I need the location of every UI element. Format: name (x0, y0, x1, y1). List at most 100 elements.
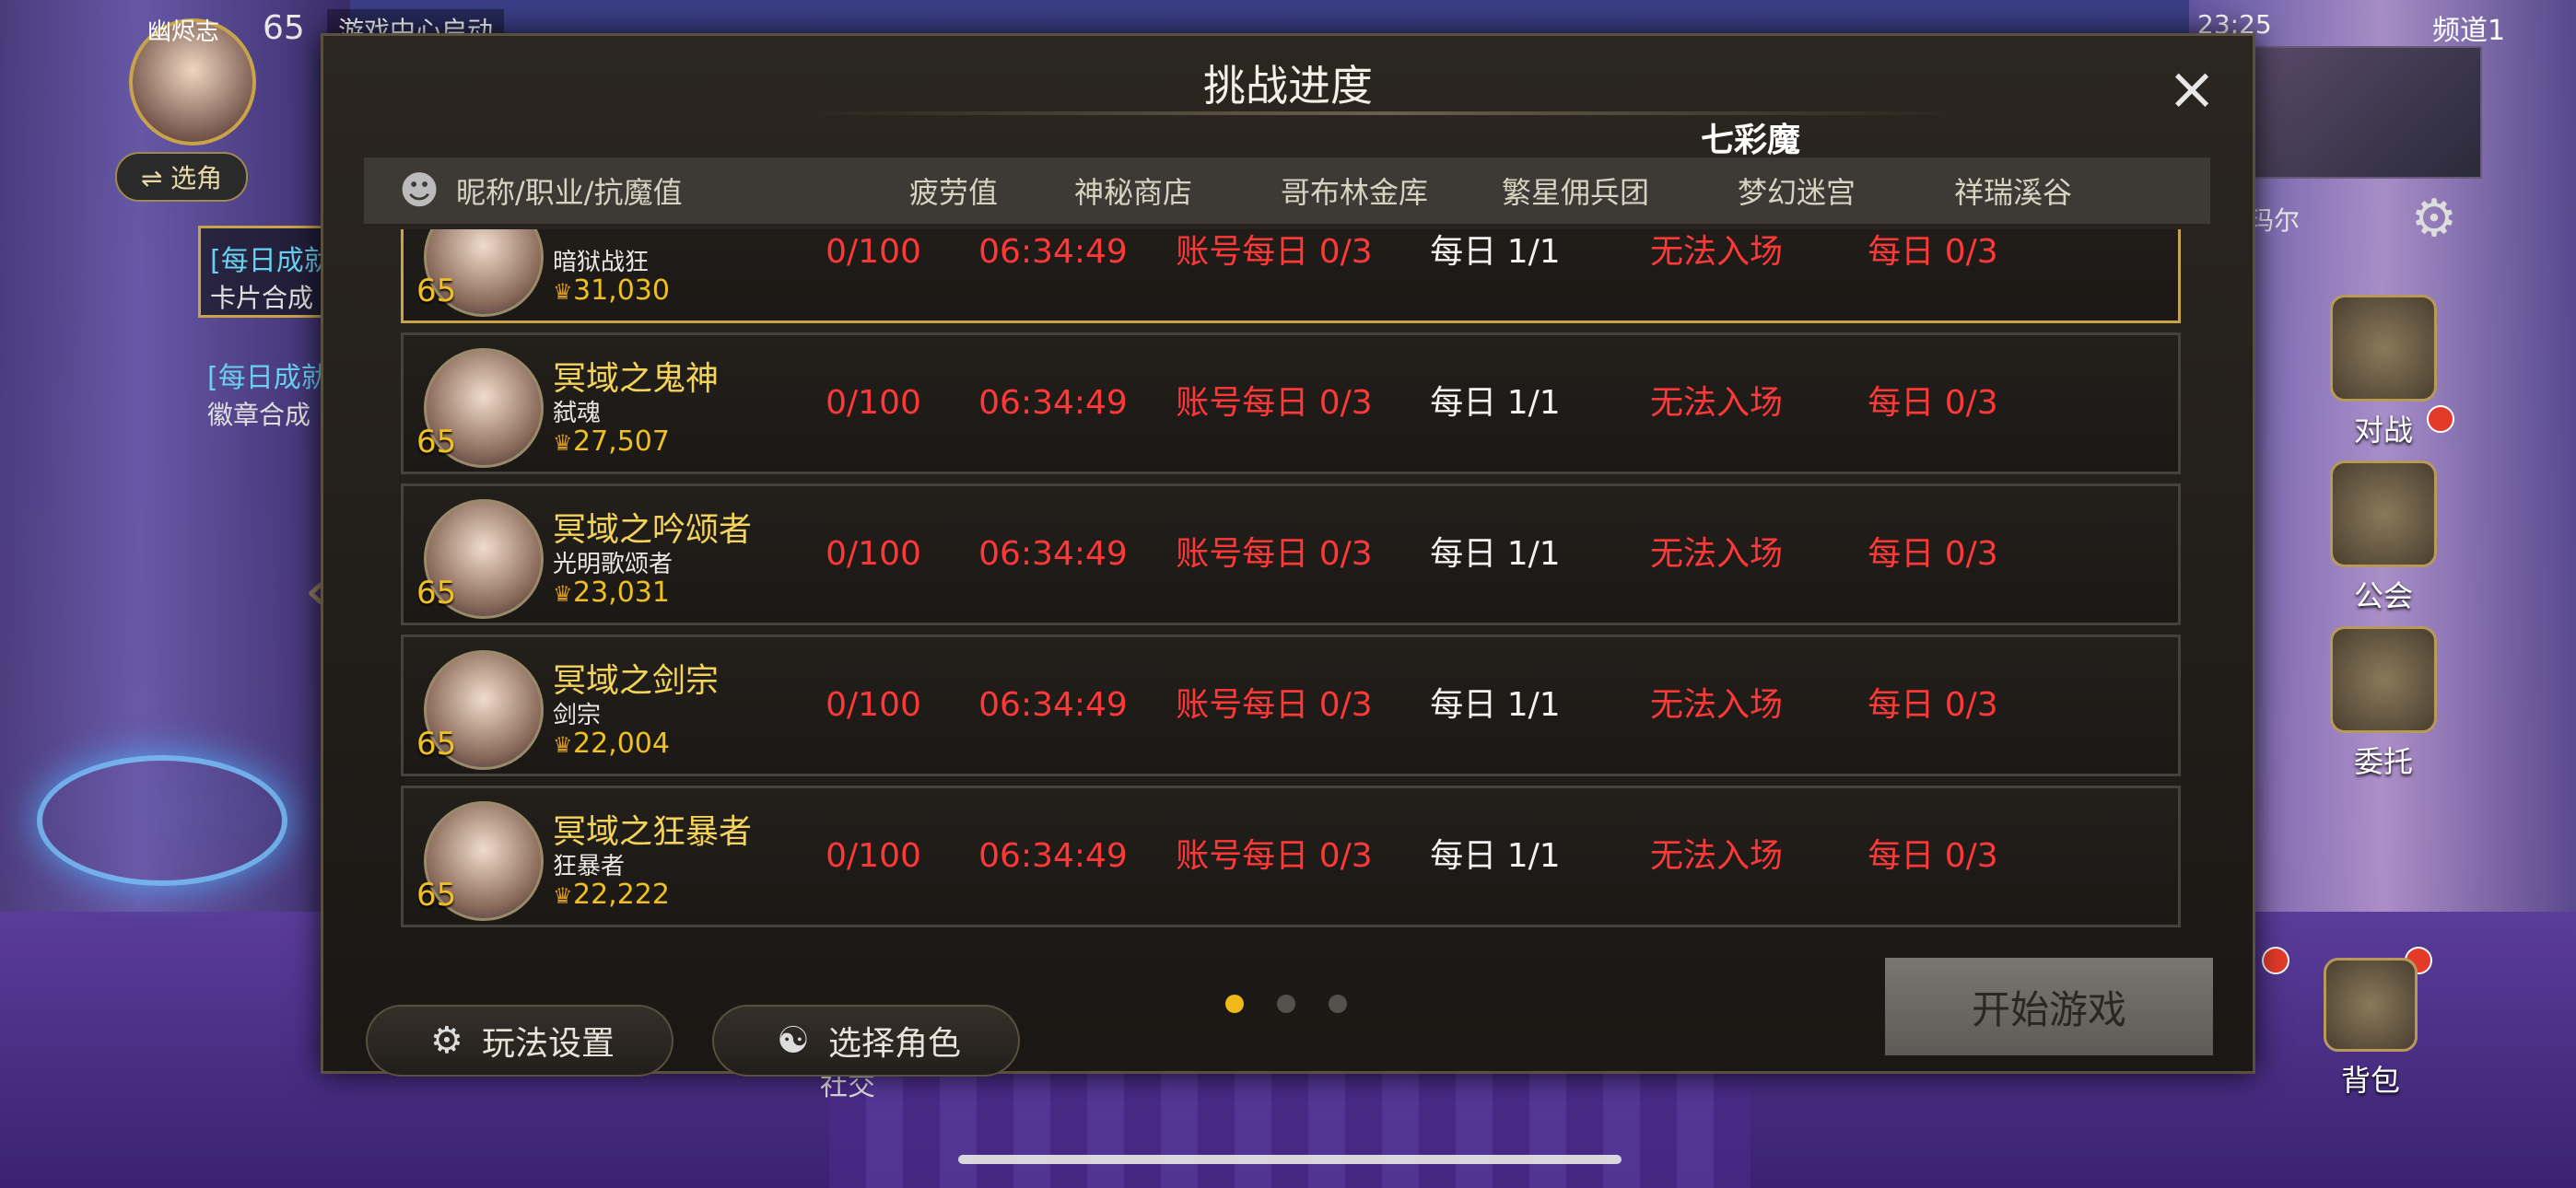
fatigue-cell: 0/100 (825, 535, 921, 573)
anti-magic-value: ♛27,507 (553, 425, 670, 458)
table-row[interactable]: 65 冥域之吟颂者 光明歌颂者 ♛23,031 0/100 06:34:49 账… (401, 483, 2181, 625)
character-list[interactable]: 65 暗狱战狂 ♛31,030 0/100 06:34:49 账号每日 0/3 … (401, 229, 2181, 966)
valley-cell: 每日 0/3 (1868, 535, 1998, 573)
character-level: 65 (416, 726, 457, 763)
character-level: 65 (416, 877, 457, 914)
maze-cell: 无法入场 (1649, 837, 1783, 875)
character-job: 暗狱战狂 (553, 249, 650, 276)
fatigue-cell: 0/100 (825, 837, 921, 875)
challenge-progress-panel: 挑战进度 × 七彩魔 ☻ 昵称/职业/抗魔值 疲劳值 神秘商店 哥布林金库 繁星… (321, 33, 2255, 1077)
goblin-cell: 账号每日 0/3 (1176, 535, 1373, 573)
character-job: 光明歌颂者 (553, 551, 673, 578)
channel-label[interactable]: 频道1 (2432, 7, 2505, 48)
power-value: 31,030 (573, 274, 670, 307)
column-header: 神秘商店 (1073, 175, 1192, 210)
mercenary-cell: 每日 1/1 (1430, 535, 1561, 573)
shop-cell: 06:34:49 (978, 837, 1128, 875)
table-row[interactable]: 65 冥域之狂暴者 狂暴者 ♛22,222 0/100 06:34:49 账号每… (401, 786, 2181, 927)
minimap[interactable] (2248, 46, 2482, 179)
character-job: 狂暴者 (553, 853, 626, 880)
gear-icon: ⚙ (430, 1019, 463, 1062)
page-dot[interactable] (1277, 995, 1295, 1013)
column-header: 哥布林金库 (1280, 175, 1428, 210)
anti-magic-value: ♛23,031 (553, 577, 670, 609)
shop-cell: 06:34:49 (978, 384, 1128, 422)
table-row[interactable]: 65 暗狱战狂 ♛31,030 0/100 06:34:49 账号每日 0/3 … (401, 229, 2181, 323)
column-header: 昵称/职业/抗魔值 (456, 175, 683, 210)
button-label: 玩法设置 (481, 1025, 615, 1063)
mercenary-cell: 每日 1/1 (1430, 233, 1561, 271)
quest-tracker-item[interactable]: [每日成就 徽章合成 (207, 355, 336, 437)
panel-title: 挑战进度 (1203, 61, 1373, 111)
start-game-button[interactable]: 开始游戏 (1885, 958, 2213, 1055)
crown-icon: ♛ (553, 581, 573, 607)
character-name: 冥域之狂暴者 (553, 813, 753, 851)
character-name: 冥域之吟颂者 (553, 511, 753, 549)
table-header: ☻ 昵称/职业/抗魔值 疲劳值 神秘商店 哥布林金库 繁星佣兵团 梦幻迷宫 祥瑞… (364, 157, 2210, 224)
crossed-swords-icon (2330, 295, 2437, 402)
character-swap-icon: ☯ (777, 1019, 810, 1062)
character-level: 65 (416, 424, 457, 460)
switch-label: ⇌ 选角 (140, 163, 223, 193)
overflow-column-label: 七彩魔 (1701, 122, 1801, 159)
crown-icon: ♛ (553, 279, 573, 305)
fatigue-cell: 0/100 (825, 384, 921, 422)
goblin-cell: 账号每日 0/3 (1176, 686, 1373, 724)
notice-board-icon (2330, 626, 2437, 733)
close-icon[interactable]: × (2164, 60, 2219, 119)
page-dot-active[interactable] (1225, 995, 1244, 1013)
commission-button[interactable]: 委托 (2314, 626, 2453, 781)
player-level: 65 (263, 9, 305, 47)
character-job: 剑宗 (553, 702, 602, 729)
valley-cell: 每日 0/3 (1868, 384, 1998, 422)
map-label: 玛尔 (2248, 205, 2301, 236)
power-value: 27,507 (573, 425, 670, 458)
notification-dot (2427, 405, 2454, 433)
mercenary-cell: 每日 1/1 (1430, 384, 1561, 422)
page-dot[interactable] (1329, 995, 1347, 1013)
page-indicator (1225, 995, 1347, 1013)
side-button-label: 委托 (2353, 744, 2413, 779)
background-rug (829, 1059, 1751, 1188)
fatigue-cell: 0/100 (825, 233, 921, 271)
column-header: 繁星佣兵团 (1501, 175, 1649, 210)
shop-cell: 06:34:49 (978, 535, 1128, 573)
side-button-label: 公会 (2353, 578, 2413, 613)
table-row[interactable]: 65 冥域之鬼神 弑魂 ♛27,507 0/100 06:34:49 账号每日 … (401, 332, 2181, 474)
button-label: 选择角色 (827, 1025, 961, 1063)
maze-cell: 无法入场 (1649, 535, 1783, 573)
gear-icon[interactable]: ⚙ (2406, 192, 2462, 247)
character-head-icon: ☻ (399, 168, 439, 213)
table-row[interactable]: 65 冥域之剑宗 剑宗 ♛22,004 0/100 06:34:49 账号每日 … (401, 635, 2181, 776)
gameplay-settings-button[interactable]: ⚙ 玩法设置 (366, 1005, 673, 1077)
character-name: 冥域之剑宗 (553, 662, 720, 700)
player-name: 幽烬志 (147, 18, 220, 46)
anti-magic-value: ♛31,030 (553, 274, 670, 307)
crown-icon: ♛ (553, 430, 573, 456)
column-header: 疲劳值 (908, 175, 998, 210)
valley-cell: 每日 0/3 (1868, 837, 1998, 875)
select-character-button[interactable]: ☯ 选择角色 (712, 1005, 1020, 1077)
quest-tracker-item[interactable]: [每日成就 卡片合成 (198, 226, 336, 318)
anti-magic-value: ♛22,004 (553, 728, 670, 760)
quest-title: [每日成就 (210, 245, 324, 277)
guild-shield-icon (2330, 460, 2437, 567)
character-level: 65 (416, 273, 457, 309)
goblin-cell: 账号每日 0/3 (1176, 384, 1373, 422)
switch-character-button[interactable]: ⇌ 选角 (115, 152, 248, 202)
quest-title: [每日成就 (207, 362, 329, 394)
valley-cell: 每日 0/3 (1868, 686, 1998, 724)
home-indicator[interactable] (958, 1155, 1622, 1164)
fatigue-cell: 0/100 (825, 686, 921, 724)
quest-subtitle: 徽章合成 (207, 400, 311, 430)
shop-cell: 06:34:49 (978, 686, 1128, 724)
guild-button[interactable]: 公会 (2314, 460, 2453, 615)
side-button-label: 对战 (2353, 413, 2413, 448)
magic-circle (37, 755, 287, 886)
button-label: 开始游戏 (1971, 986, 2126, 1032)
shop-cell: 06:34:49 (978, 233, 1128, 271)
power-value: 22,222 (573, 879, 670, 911)
column-header: 梦幻迷宫 (1737, 175, 1856, 210)
bag-button[interactable]: 背包 (2301, 958, 2440, 1100)
crown-icon: ♛ (553, 732, 573, 758)
